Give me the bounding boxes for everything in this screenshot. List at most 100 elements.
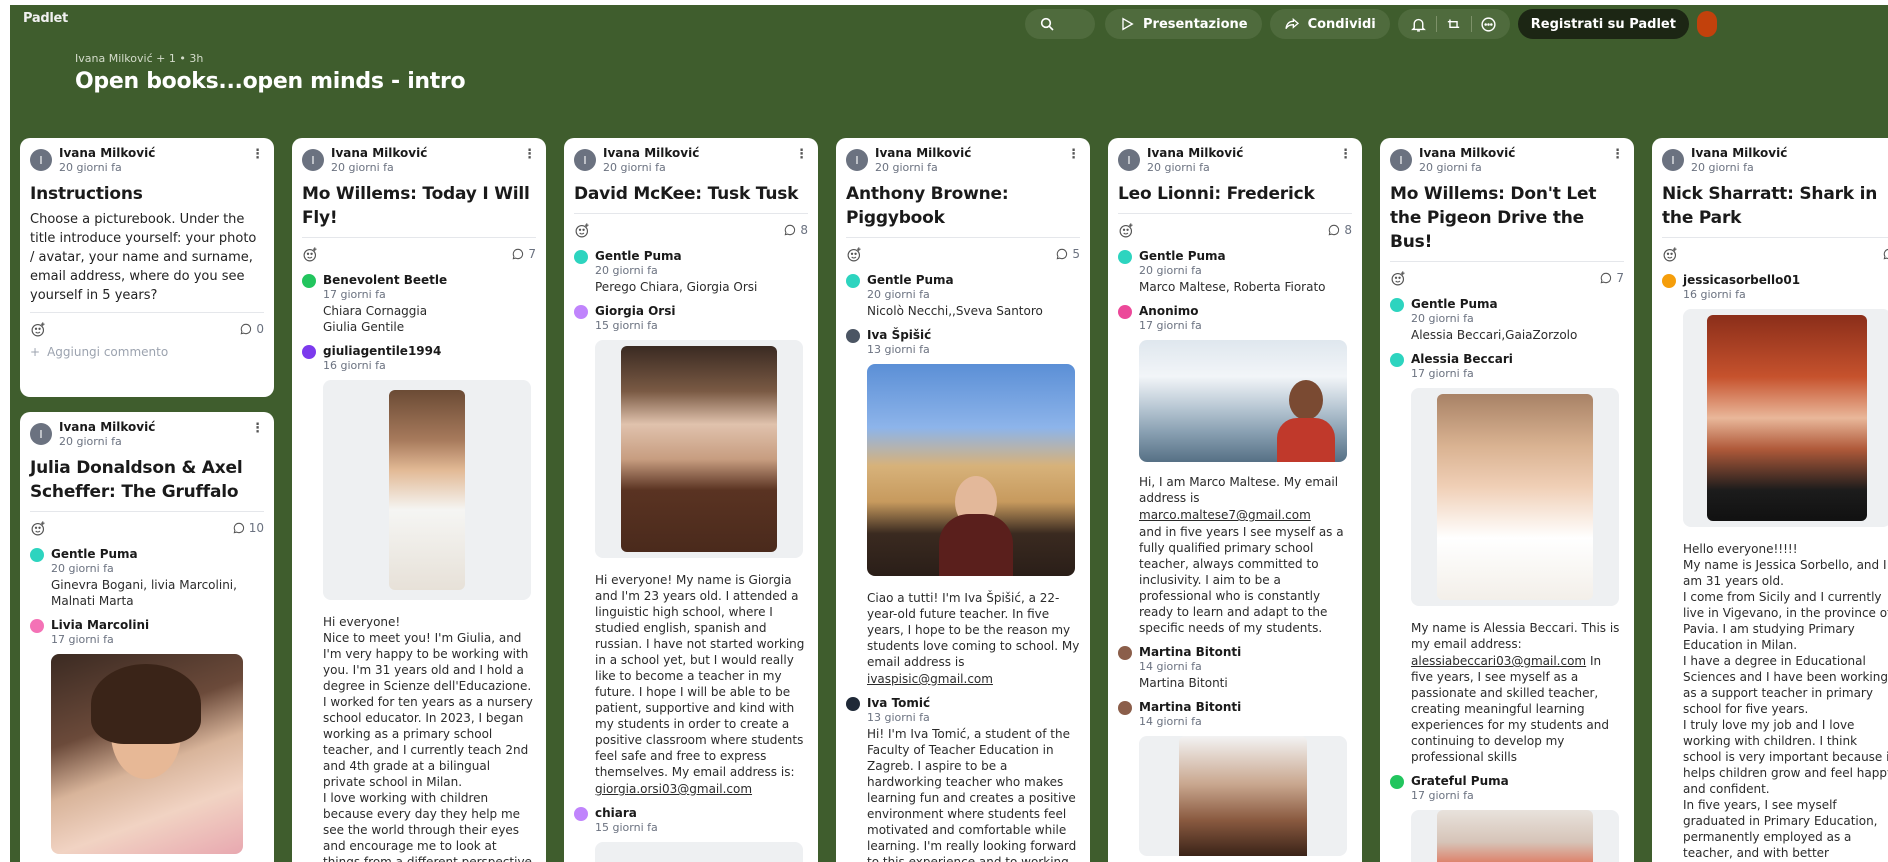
commenter-name: Benevolent Beetle bbox=[323, 273, 448, 287]
comment-count[interactable]: 8 bbox=[1327, 223, 1352, 237]
signup-button[interactable]: Registrati su Padlet bbox=[1517, 9, 1689, 39]
comment-email-link[interactable]: alessiabeccari03@gmail.com bbox=[1411, 654, 1586, 668]
post-card-shark-in-the-park[interactable]: I Ivana Milković 20 giorni fa ⋮ Nick Sha… bbox=[1652, 138, 1888, 862]
post-menu-icon[interactable]: ⋮ bbox=[1067, 147, 1080, 162]
comment-photo[interactable] bbox=[1683, 309, 1888, 527]
padlet-logo[interactable]: Padlet bbox=[23, 11, 68, 26]
comment-count-value: 10 bbox=[248, 521, 264, 535]
comment-text: Hi! I'm Iva Tomić, a student of the Facu… bbox=[867, 727, 1077, 862]
comment-photo[interactable] bbox=[1411, 810, 1619, 862]
post-card-piggybook[interactable]: I Ivana Milković 20 giorni fa ⋮ Anthony … bbox=[836, 138, 1090, 862]
comment-photo[interactable] bbox=[595, 340, 803, 558]
comment-email-link[interactable]: marco.maltese7@gmail.com bbox=[1139, 507, 1352, 523]
comment-count[interactable]: 7 bbox=[1599, 271, 1624, 285]
remake-button[interactable] bbox=[1439, 9, 1469, 39]
reactions-row: 7 bbox=[302, 244, 536, 264]
add-reaction-icon[interactable] bbox=[30, 520, 47, 537]
bell-icon bbox=[1411, 18, 1427, 32]
comment-photo[interactable] bbox=[1139, 340, 1347, 462]
comment-icon bbox=[1328, 224, 1340, 236]
plus-icon: + bbox=[30, 345, 41, 359]
search-icon bbox=[1040, 17, 1054, 31]
comment-time: 15 giorni fa bbox=[595, 319, 658, 332]
comment-time: 15 giorni fa bbox=[595, 821, 658, 834]
comment-email-link[interactable]: giorgia.orsi03@gmail.com bbox=[595, 781, 808, 797]
commenter-avatar bbox=[302, 274, 316, 288]
add-reaction-icon[interactable] bbox=[574, 222, 591, 239]
commenter-name: Gentle Puma bbox=[1411, 297, 1498, 311]
comment: Gentle Puma 20 giorni fa Alessia Beccari… bbox=[1390, 297, 1624, 343]
post-menu-icon[interactable]: ⋮ bbox=[795, 147, 808, 162]
comment-photo[interactable] bbox=[1139, 736, 1347, 856]
comment: Martina Bitonti 14 giorni fa Martina Bit… bbox=[1118, 645, 1352, 691]
post-card-today-i-will-fly[interactable]: I Ivana Milković 20 giorni fa ⋮ Mo Wille… bbox=[292, 138, 546, 862]
notifications-button[interactable] bbox=[1404, 9, 1434, 39]
comment-count[interactable]: 0 bbox=[239, 322, 264, 336]
post-body: Choose a picturebook. Under the title in… bbox=[30, 212, 257, 303]
comment-icon bbox=[1056, 248, 1068, 260]
avatar: I bbox=[30, 149, 52, 171]
post-time: 20 giorni fa bbox=[1691, 161, 1754, 174]
comment-photo[interactable] bbox=[867, 364, 1075, 576]
reactions-row: 5 bbox=[846, 244, 1080, 264]
comment-count[interactable]: 8 bbox=[783, 223, 808, 237]
divider bbox=[1118, 213, 1352, 214]
add-reaction-icon[interactable] bbox=[30, 321, 47, 338]
post-menu-icon[interactable]: ⋮ bbox=[1611, 147, 1624, 162]
post-menu-icon[interactable]: ⋮ bbox=[1339, 147, 1352, 162]
post-card-gruffalo[interactable]: I Ivana Milković 20 giorni fa ⋮ Julia Do… bbox=[20, 412, 274, 862]
comment-icon bbox=[784, 224, 796, 236]
comment-time: 20 giorni fa bbox=[867, 288, 930, 301]
comment-text: Martina Bitonti bbox=[1139, 676, 1228, 690]
toolbar-divider bbox=[1435, 16, 1437, 32]
presentation-button[interactable]: Presentazione bbox=[1105, 9, 1262, 39]
comment-count[interactable]: 7 bbox=[511, 247, 536, 261]
comment-count-value: 7 bbox=[528, 247, 536, 261]
post-header: I Ivana Milković 20 giorni fa ⋮ bbox=[846, 146, 1080, 178]
post-card-tusk-tusk[interactable]: I Ivana Milković 20 giorni fa ⋮ David Mc… bbox=[564, 138, 818, 862]
search-button[interactable] bbox=[1025, 9, 1095, 39]
comment-count[interactable]: 10 bbox=[232, 521, 264, 535]
commenter-name: Martina Bitonti bbox=[1139, 645, 1242, 659]
share-button[interactable]: Condividi bbox=[1269, 9, 1390, 39]
user-avatar[interactable] bbox=[1696, 11, 1717, 37]
post-title: Leo Lionni: Frederick bbox=[1118, 184, 1315, 204]
share-icon bbox=[1284, 17, 1299, 29]
commenter-name: Alessia Beccari bbox=[1411, 352, 1513, 366]
comment-count[interactable] bbox=[1882, 247, 1888, 261]
comment-photo[interactable] bbox=[51, 654, 243, 854]
avatar: I bbox=[302, 149, 324, 171]
commenter-avatar bbox=[574, 807, 588, 821]
more-button[interactable] bbox=[1474, 9, 1504, 39]
comment: Iva Špišić 13 giorni fa Ciao a tutti! I'… bbox=[846, 328, 1080, 687]
add-reaction-icon[interactable] bbox=[1118, 222, 1135, 239]
commenter-name: giuliagentile1994 bbox=[323, 344, 442, 358]
commenter-name: Gentle Puma bbox=[867, 273, 954, 287]
post-menu-icon[interactable]: ⋮ bbox=[1883, 147, 1888, 162]
post-menu-icon[interactable]: ⋮ bbox=[251, 147, 264, 162]
comment-count-value: 5 bbox=[1072, 247, 1080, 261]
post-card-instructions[interactable]: I Ivana Milković 20 giorni fa ⋮ Instruct… bbox=[20, 138, 274, 397]
comment-time: 17 giorni fa bbox=[323, 288, 386, 301]
comment-photo[interactable] bbox=[323, 380, 531, 600]
share-label: Condividi bbox=[1307, 16, 1376, 32]
comment-count[interactable]: 5 bbox=[1055, 247, 1080, 261]
reactions-row: 0 bbox=[30, 319, 264, 339]
add-reaction-icon[interactable] bbox=[846, 246, 863, 263]
post-time: 20 giorni fa bbox=[1419, 161, 1482, 174]
add-reaction-icon[interactable] bbox=[1662, 246, 1679, 263]
commenter-name: chiara bbox=[595, 806, 637, 820]
commenter-name: Gentle Puma bbox=[595, 249, 682, 263]
add-comment-field[interactable]: + Aggiungi commento bbox=[30, 345, 264, 359]
post-card-frederick[interactable]: I Ivana Milković 20 giorni fa ⋮ Leo Lion… bbox=[1108, 138, 1362, 862]
comment-time: 13 giorni fa bbox=[867, 711, 930, 724]
post-menu-icon[interactable]: ⋮ bbox=[523, 147, 536, 162]
add-reaction-icon[interactable] bbox=[302, 246, 319, 263]
post-menu-icon[interactable]: ⋮ bbox=[251, 421, 264, 436]
comment-photo[interactable] bbox=[595, 842, 803, 862]
comment-time: 13 giorni fa bbox=[867, 343, 930, 356]
post-card-pigeon[interactable]: I Ivana Milković 20 giorni fa ⋮ Mo Wille… bbox=[1380, 138, 1634, 862]
comment-email-link[interactable]: ivaspisic@gmail.com bbox=[867, 671, 1080, 687]
comment-photo[interactable] bbox=[1411, 388, 1619, 606]
add-reaction-icon[interactable] bbox=[1390, 270, 1407, 287]
